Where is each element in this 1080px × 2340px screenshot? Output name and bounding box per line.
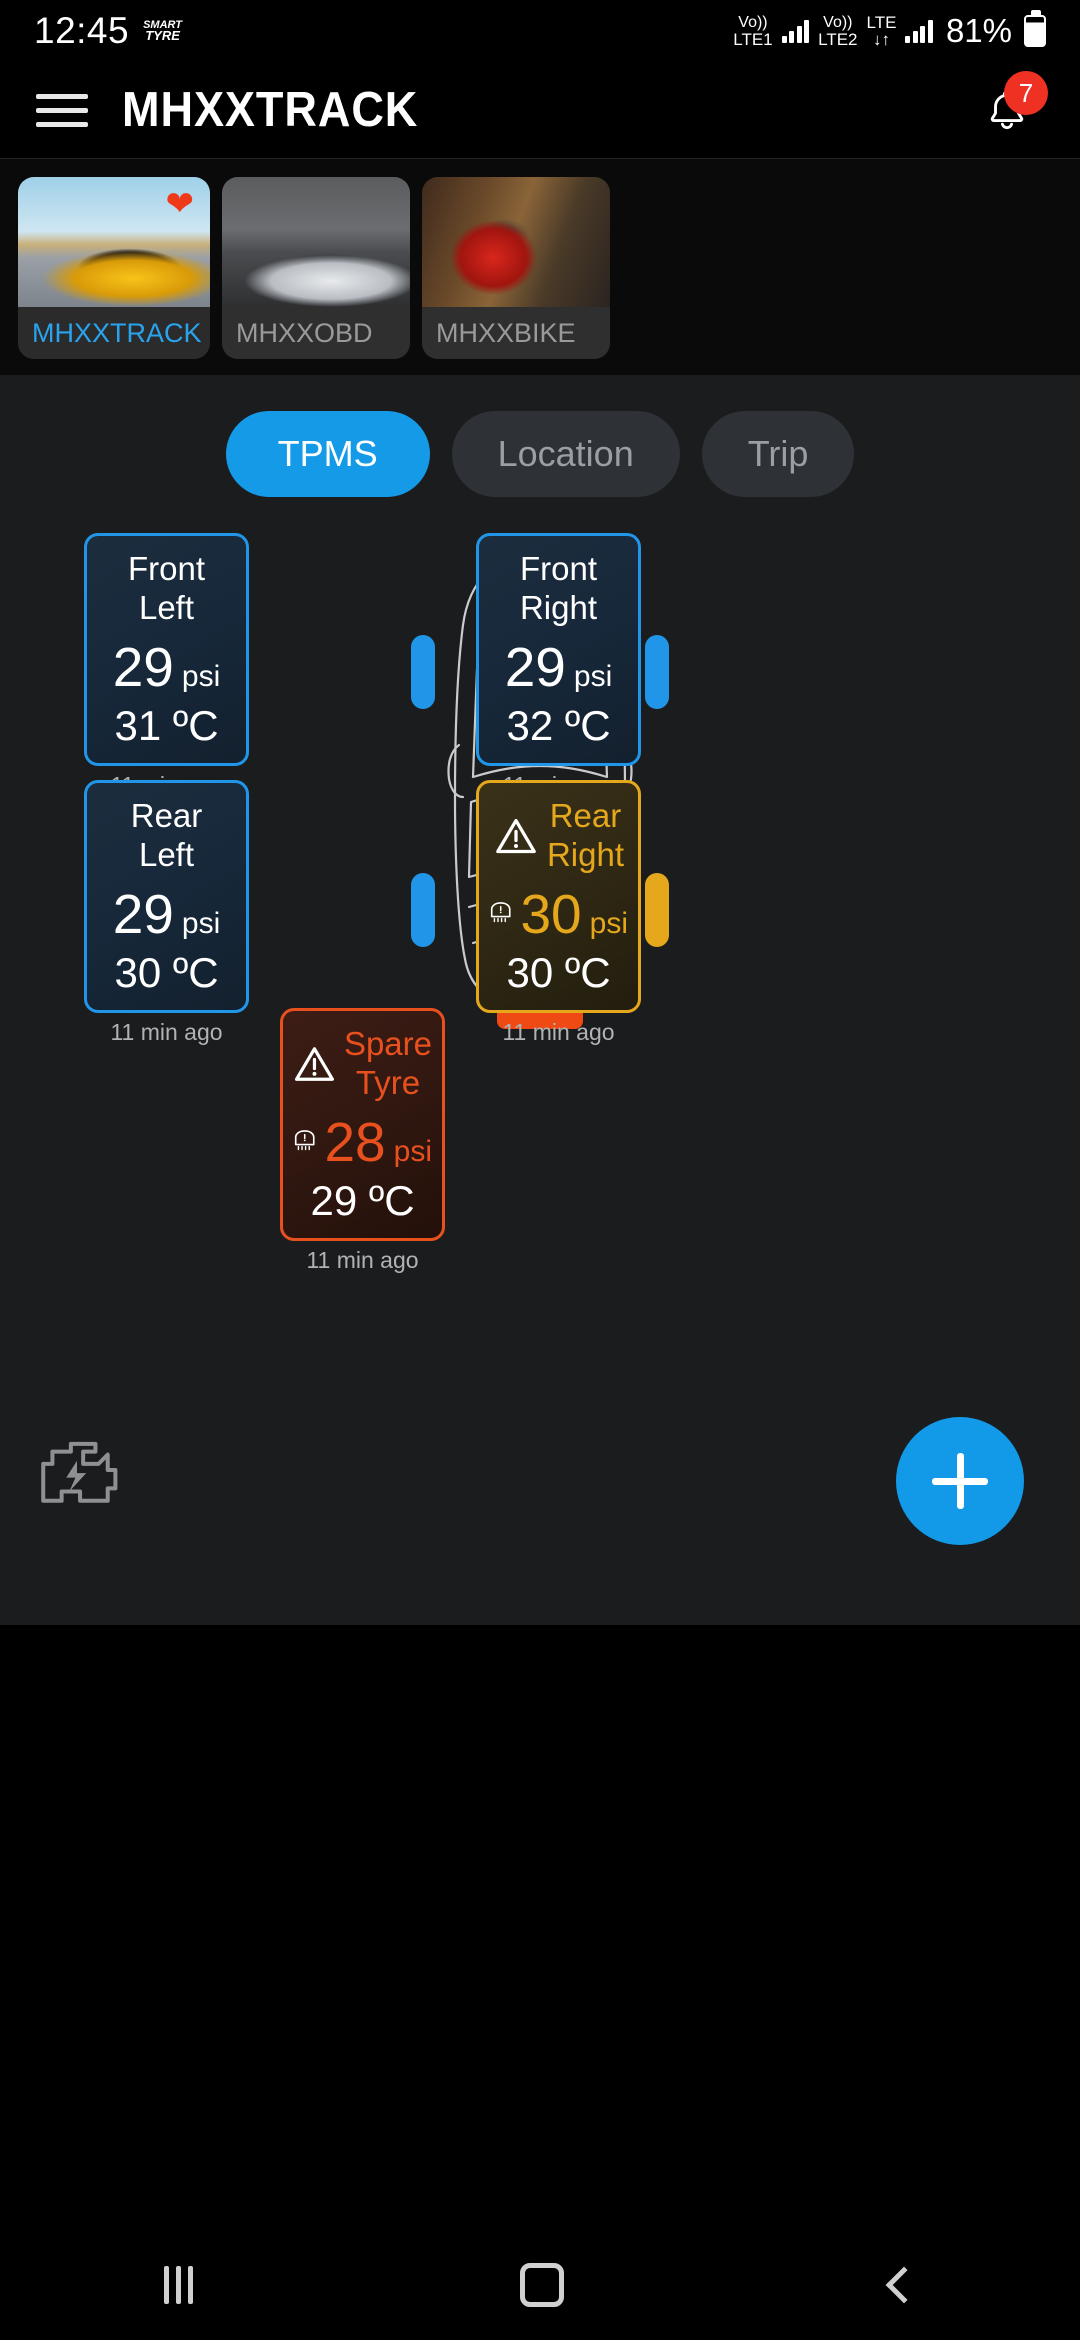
notifications-button[interactable]: 7 <box>970 71 1048 147</box>
favorite-heart-icon[interactable]: ❤ <box>166 187 195 221</box>
warning-triangle-icon <box>496 818 536 854</box>
vehicle-card-mhxxobd[interactable]: MHXXOBD <box>222 177 410 359</box>
wheel-marker-rear-right <box>645 873 669 947</box>
tyre-grid: FrontLeft29psi31 ºC11 min agoFrontRight2… <box>0 525 1080 1285</box>
sim1-signal-icon <box>781 19 810 43</box>
tyre-pressure-warning-icon <box>294 1130 315 1151</box>
sim1-label: LTE1 <box>733 29 773 49</box>
tyre-pressure-row: 29 psi <box>97 635 236 698</box>
sim2-volte-icon: Vo)) <box>823 13 853 31</box>
lte-label: LTE <box>866 13 897 32</box>
tyre-name-row: Spare Tyre <box>293 1025 432 1103</box>
status-bar-right: Vo)) LTE1 Vo)) LTE2 LTE ↓↑ 81% <box>733 10 1046 50</box>
tyre-pressure-unit: psi <box>573 659 613 693</box>
status-bar: 12:45 SMART TYRE Vo)) LTE1 Vo)) LTE2 LTE… <box>0 0 1080 62</box>
tyre-name-label: Rear Left <box>130 797 203 873</box>
tyre-timestamp: 11 min ago <box>306 1246 419 1273</box>
tyre-name-row: Rear Right <box>489 797 628 875</box>
tyre-card-front-left[interactable]: FrontLeft29psi31 ºC11 min ago <box>84 533 249 798</box>
system-nav-bar[interactable] <box>0 2230 1080 2340</box>
tyre-pressure-unit: psi <box>181 906 221 940</box>
hamburger-menu-icon[interactable] <box>36 93 88 127</box>
home-icon[interactable] <box>519 2263 564 2307</box>
tyre-name-label: Rear Right <box>546 797 625 873</box>
back-icon[interactable] <box>885 2266 922 2304</box>
vehicle-photo-yellow-sports-car: ❤ <box>18 177 210 307</box>
vehicle-name-label: MHXXOBD <box>222 307 410 359</box>
tyre-pressure-unit: psi <box>393 1134 432 1168</box>
tyre-temperature-value: 29 ºC <box>310 1176 415 1224</box>
vehicle-photo-red-sport-bike <box>422 177 610 307</box>
sim2-signal-icon <box>905 19 933 43</box>
vehicle-photo-white-sedan-car <box>222 177 410 307</box>
vehicle-name-label: MHXXTRACK <box>18 307 210 359</box>
tyre-name-label: Front Right <box>519 550 598 626</box>
vehicle-card-mhxxtrack[interactable]: ❤ MHXXTRACK <box>18 177 210 359</box>
tyre-pressure-row: 28 psi <box>293 1110 432 1173</box>
tyre-pressure-row: 30 psi <box>489 882 628 945</box>
vehicle-name-label: MHXXBIKE <box>422 307 610 359</box>
tab-tpms[interactable]: TPMS <box>225 411 430 497</box>
tyre-name-label: Spare Tyre <box>343 1025 432 1101</box>
tyre-card-rear-right[interactable]: Rear Right 30 psi 30 ºC 11 min ago <box>476 780 641 1045</box>
tyre-pressure-value: 29 <box>112 882 174 945</box>
tyre-pressure-value: 29 <box>504 635 566 698</box>
tyre-pressure-unit: psi <box>589 906 628 940</box>
tpms-panel: FrontLeft29psi31 ºC11 min agoFrontRight2… <box>0 525 1080 1625</box>
tyre-pressure-value: 28 <box>324 1110 386 1173</box>
tyre-pressure-row: 29 psi <box>97 882 236 945</box>
smart-tyre-app-icon: SMART TYRE <box>143 19 182 44</box>
sim2-indicator: Vo)) LTE2 <box>818 13 858 49</box>
tyre-pressure-row: 29 psi <box>489 635 628 698</box>
tyre-card-front-right[interactable]: FrontRight29psi32 ºC11 min ago <box>476 533 641 798</box>
tyre-pressure-unit: psi <box>181 659 221 693</box>
wheel-marker-front-left <box>411 635 435 709</box>
add-vehicle-fab[interactable] <box>896 1417 1024 1545</box>
tyre-temperature-value: 31 ºC <box>114 701 219 749</box>
wheel-marker-rear-left <box>411 873 435 947</box>
engine-diagnostics-button[interactable] <box>34 1433 120 1507</box>
tab-trip[interactable]: Trip <box>701 411 855 497</box>
view-tabs[interactable]: TPMS Location Trip <box>0 375 1080 525</box>
page-title: MHXXTRACK <box>122 83 419 137</box>
notification-badge: 7 <box>1004 71 1048 115</box>
tyre-timestamp: 11 min ago <box>110 1018 223 1045</box>
tyre-card-rear-left[interactable]: Rear Left 29 psi 30 ºC 11 min ago <box>84 780 249 1045</box>
status-bar-left: 12:45 SMART TYRE <box>34 10 182 52</box>
vehicle-carousel[interactable]: ❤ MHXXTRACK MHXXOBD MHXXBIKE <box>0 158 1080 375</box>
data-arrows-icon: ↓↑ <box>872 30 890 49</box>
lte-indicator: LTE ↓↑ <box>867 14 897 48</box>
tyre-temperature-value: 30 ºC <box>506 948 611 996</box>
warning-triangle-icon <box>294 1047 334 1081</box>
battery-icon <box>1024 10 1046 47</box>
battery-percent: 81% <box>945 12 1012 49</box>
sim1-volte-icon: Vo)) <box>738 13 768 31</box>
tyre-pressure-value: 29 <box>112 635 174 698</box>
tyre-temperature-value: 30 ºC <box>114 948 219 996</box>
tyre-card-spare[interactable]: Spare Tyre 28 psi 29 ºC 11 min ago <box>280 1008 445 1273</box>
tyre-timestamp: 11 min ago <box>502 1018 615 1045</box>
status-clock: 12:45 <box>34 10 130 51</box>
app-icon-line2: TYRE <box>145 28 180 44</box>
wheel-marker-front-right <box>645 635 669 709</box>
tab-location[interactable]: Location <box>451 411 680 497</box>
sim1-indicator: Vo)) LTE1 <box>733 13 773 49</box>
recent-apps-icon[interactable] <box>163 2266 193 2304</box>
tyre-name-label: Front Left <box>127 550 206 626</box>
vehicle-card-mhxxbike[interactable]: MHXXBIKE <box>422 177 610 359</box>
engine-icon <box>41 1441 118 1503</box>
app-bar: MHXXTRACK 7 <box>0 62 1080 158</box>
sim2-label: LTE2 <box>818 29 858 49</box>
tyre-pressure-value: 30 <box>520 882 582 945</box>
tyre-pressure-warning-icon <box>490 902 511 923</box>
tyre-temperature-value: 32 ºC <box>506 701 611 749</box>
